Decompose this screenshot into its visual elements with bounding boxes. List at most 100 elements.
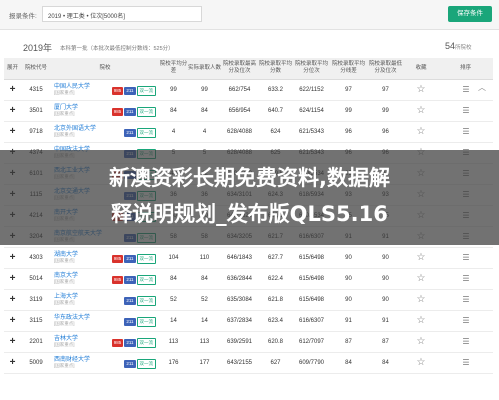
highest-score: 636/2844 <box>221 268 258 290</box>
plus-icon[interactable]: + <box>10 252 16 263</box>
school-count-unit: 所院校 <box>455 45 472 51</box>
expand-cell[interactable]: + <box>4 289 21 311</box>
school-cell: 211 双一流 华东政法大学 [国家重点] <box>51 310 159 332</box>
plus-icon[interactable]: + <box>10 336 16 347</box>
table-row: +4303 985 211 双一流 湖南大学 [国家重点] 104 110 646/1843 62… <box>4 247 493 269</box>
highest-score: 656/954 <box>221 100 258 122</box>
lowest-score: 97 <box>330 79 367 101</box>
sort-cell[interactable]: ☰ <box>438 121 493 143</box>
favorite-cell[interactable]: ☆ <box>404 310 438 332</box>
drag-handle-icon[interactable]: ☰ <box>462 127 469 136</box>
drag-handle-icon[interactable]: ☰ <box>462 85 469 94</box>
school-cell: 211 双一流 西南财经大学 [国家重点] <box>51 352 159 374</box>
table-row: +2201 985 211 双一流 吉林大学 [国家重点] 113 113 639/2591 62… <box>4 331 493 353</box>
expand-cell[interactable]: + <box>4 310 21 332</box>
drag-handle-icon[interactable]: ☰ <box>462 295 469 304</box>
star-icon[interactable]: ☆ <box>417 357 426 368</box>
expand-cell[interactable]: + <box>4 100 21 122</box>
column-header: 展开 <box>4 58 21 80</box>
school-code: 3119 <box>21 289 51 311</box>
school-code: 4315 <box>21 79 51 101</box>
expand-cell[interactable]: + <box>4 79 21 101</box>
sort-cell[interactable]: ☰ <box>438 79 493 101</box>
drag-handle-icon[interactable]: ☰ <box>462 106 469 115</box>
school-tag: 211 <box>124 317 136 326</box>
star-icon[interactable]: ☆ <box>417 105 426 116</box>
line-diff: 99 <box>367 100 404 122</box>
star-icon[interactable]: ☆ <box>417 294 426 305</box>
school-tag: 211 <box>124 296 136 305</box>
save-conditions-button[interactable]: 保存条件 <box>448 6 492 22</box>
sort-cell[interactable]: ☰ <box>438 100 493 122</box>
column-header: 排序 <box>438 58 493 80</box>
score-diff: 176 <box>159 352 188 374</box>
school-cell: 211 双一流 上海大学 [国家重点] <box>51 289 159 311</box>
plus-icon[interactable]: + <box>10 84 16 95</box>
filter-input[interactable]: 2019 • 理工类 • 位次[5000名] <box>42 6 202 22</box>
favorite-cell[interactable]: ☆ <box>404 121 438 143</box>
star-icon[interactable]: ☆ <box>417 336 426 347</box>
school-tags: 211双一流 <box>123 316 156 327</box>
favorite-cell[interactable]: ☆ <box>404 79 438 101</box>
expand-cell[interactable]: + <box>4 268 21 290</box>
school-cell: 211 双一流 北京外国语大学 [国家重点] <box>51 121 159 143</box>
admitted-count: 110 <box>188 247 221 269</box>
sort-cell[interactable]: ☰ <box>438 352 493 374</box>
plus-icon[interactable]: + <box>10 315 16 326</box>
plus-icon[interactable]: + <box>10 294 16 305</box>
drag-handle-icon[interactable]: ☰ <box>462 337 469 346</box>
school-tags: 985211双一流 <box>111 337 156 348</box>
drag-handle-icon[interactable]: ☰ <box>462 358 469 367</box>
table-row: +4315 985 211 双一流 中国人民大学 [国家重点] 99 99 662/754 633… <box>4 79 493 101</box>
sort-cell[interactable]: ☰ <box>438 247 493 269</box>
plus-icon[interactable]: + <box>10 126 16 137</box>
favorite-cell[interactable]: ☆ <box>404 289 438 311</box>
expand-cell[interactable]: + <box>4 331 21 353</box>
favorite-cell[interactable]: ☆ <box>404 352 438 374</box>
expand-cell[interactable]: + <box>4 247 21 269</box>
school-tag: 211 <box>124 128 136 137</box>
sort-cell[interactable]: ☰ <box>438 331 493 353</box>
favorite-cell[interactable]: ☆ <box>404 331 438 353</box>
school-tag: 211 <box>124 275 136 284</box>
school-tag: 211 <box>124 254 136 263</box>
star-icon[interactable]: ☆ <box>417 315 426 326</box>
plus-icon[interactable]: + <box>10 357 16 368</box>
highest-score: 635/3084 <box>221 289 258 311</box>
line-diff: 91 <box>367 310 404 332</box>
star-icon[interactable]: ☆ <box>417 126 426 137</box>
expand-cell[interactable]: + <box>4 121 21 143</box>
average-score: 620.8 <box>258 331 293 353</box>
average-score: 633.2 <box>258 79 293 101</box>
school-tag: 985 <box>111 254 124 263</box>
sort-cell[interactable]: ☰ <box>438 268 493 290</box>
favorite-cell[interactable]: ☆ <box>404 268 438 290</box>
drag-handle-icon[interactable]: ☰ <box>462 253 469 262</box>
lowest-score: 84 <box>330 352 367 374</box>
expand-cell[interactable]: + <box>4 352 21 374</box>
favorite-cell[interactable]: ☆ <box>404 247 438 269</box>
banner-line-1: 新澳资彩长期免费资料,数据解 <box>109 166 390 190</box>
drag-handle-icon[interactable]: ☰ <box>462 316 469 325</box>
school-tags: 985211双一流 <box>111 253 156 264</box>
school-tags: 985211双一流 <box>111 85 156 96</box>
favorite-cell[interactable]: ☆ <box>404 100 438 122</box>
table-header: 展开 院校代号 院校 院校平均分差 实际录取人数 院校录取最高分及位次 院校录取平均分数 院校… <box>4 58 493 80</box>
school-tag: 双一流 <box>136 106 156 117</box>
star-icon[interactable]: ☆ <box>417 84 426 95</box>
school-tag: 985 <box>111 338 124 347</box>
column-header: 实际录取人数 <box>188 58 221 80</box>
sort-cell[interactable]: ☰ <box>438 310 493 332</box>
average-rank: 609/7790 <box>293 352 330 374</box>
score-diff: 52 <box>159 289 188 311</box>
lowest-score: 87 <box>330 331 367 353</box>
sort-cell[interactable]: ☰ <box>438 289 493 311</box>
average-score: 627.7 <box>258 247 293 269</box>
star-icon[interactable]: ☆ <box>417 273 426 284</box>
plus-icon[interactable]: + <box>10 105 16 116</box>
star-icon[interactable]: ☆ <box>417 252 426 263</box>
plus-icon[interactable]: + <box>10 273 16 284</box>
column-header: 院校录取平均分线差 <box>330 58 367 80</box>
column-header: 院校平均分差 <box>159 58 188 80</box>
drag-handle-icon[interactable]: ☰ <box>462 274 469 283</box>
